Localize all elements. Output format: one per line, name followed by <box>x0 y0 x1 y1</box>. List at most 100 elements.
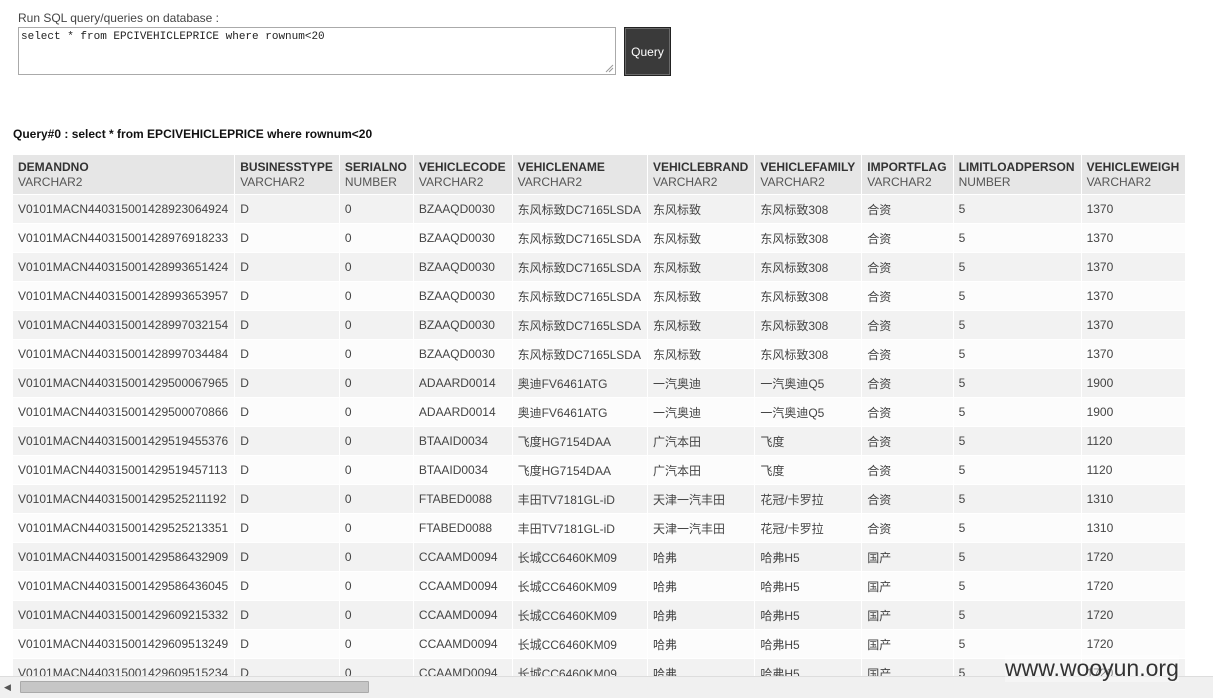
column-type: VARCHAR2 <box>1086 175 1152 189</box>
table-cell: 5 <box>953 310 1082 340</box>
table-cell: 哈弗H5 <box>754 542 863 572</box>
table-cell: BTAAID0034 <box>413 426 513 456</box>
column-type: NUMBER <box>958 175 1011 189</box>
triangle-left-icon[interactable]: ◀ <box>4 683 11 692</box>
table-cell: 国产 <box>861 600 954 630</box>
column-type: VARCHAR2 <box>240 175 305 189</box>
table-cell: V0101MACN440315001429525213351 <box>13 513 236 543</box>
table-header-row: DEMANDNO VARCHAR2 BUSINESSTYPE VARCHAR2 SERI… <box>13 155 1187 195</box>
table-cell: 1370 <box>1081 194 1187 224</box>
table-cell: 合资 <box>861 397 954 427</box>
result-table: DEMANDNO VARCHAR2 BUSINESSTYPE VARCHAR2 SERI… <box>13 155 1187 676</box>
table-cell: D <box>234 281 340 311</box>
table-cell: D <box>234 252 340 282</box>
table-cell: 1900 <box>1081 368 1187 398</box>
table-cell: BZAAQD0030 <box>413 223 513 253</box>
table-cell: FTABED0088 <box>413 513 513 543</box>
table-cell: 0 <box>339 281 414 311</box>
table-cell: V0101MACN440315001429500067965 <box>13 368 236 398</box>
column-name: VEHICLECODE <box>418 160 506 174</box>
column-header: LIMITLOADPERSON NUMBER <box>953 155 1082 195</box>
table-cell: BZAAQD0030 <box>413 194 513 224</box>
table-cell: 东风标致DC7165LSDA <box>512 339 648 369</box>
table-cell: 东风标致308 <box>754 223 863 253</box>
column-name: VEHICLEFAMILY <box>760 160 856 174</box>
table-cell: 1310 <box>1081 513 1187 543</box>
table-cell: D <box>234 339 340 369</box>
query-button[interactable]: Query <box>624 27 671 76</box>
table-cell: D <box>234 542 340 572</box>
column-name: VEHICLEBRAND <box>652 160 749 174</box>
table-cell: 合资 <box>861 339 954 369</box>
table-cell: 飞度 <box>754 455 863 485</box>
table-cell: CCAAMD0094 <box>413 600 513 630</box>
table-cell: V0101MACN440315001429586432909 <box>13 542 236 572</box>
table-cell: CCAAMD0094 <box>413 629 513 659</box>
table-row: V0101MACN440315001428997032154 D 0 BZAAQD00… <box>13 310 1187 340</box>
table-cell: 东风标致DC7165LSDA <box>512 194 648 224</box>
table-cell: 1370 <box>1081 281 1187 311</box>
table-cell: D <box>234 223 340 253</box>
table-row: V0101MACN440315001429519457113 D 0 BTAAID00… <box>13 455 1187 485</box>
table-cell: V0101MACN440315001428997034484 <box>13 339 236 369</box>
table-cell: D <box>234 484 340 514</box>
table-row: V0101MACN440315001429586432909 D 0 CCAAMD00… <box>13 542 1187 572</box>
table-cell: 1120 <box>1081 455 1187 485</box>
column-name: LIMITLOADPERSON <box>958 160 1075 174</box>
table-row: V0101MACN440315001429525211192 D 0 FTABED00… <box>13 484 1187 514</box>
sql-query-input[interactable]: select * from EPCIVEHICLEPRICE where row… <box>18 27 616 75</box>
table-cell: 国产 <box>861 571 954 601</box>
table-cell: 0 <box>339 426 414 456</box>
table-cell: D <box>234 310 340 340</box>
table-cell: CCAAMD0094 <box>413 658 513 676</box>
table-cell: BZAAQD0030 <box>413 252 513 282</box>
table-cell: 5 <box>953 513 1082 543</box>
table-cell: 东风标致 <box>647 281 756 311</box>
table-cell: 东风标致 <box>647 310 756 340</box>
table-cell: 5 <box>953 194 1082 224</box>
table-cell: 5 <box>953 397 1082 427</box>
scrollbar-thumb[interactable] <box>20 681 369 693</box>
query-result-title: Query#0 : select * from EPCIVEHICLEPRICE… <box>13 127 373 141</box>
table-cell: 天津一汽丰田 <box>647 484 756 514</box>
table-cell: 0 <box>339 455 414 485</box>
column-header: VEHICLEFAMILY VARCHAR2 <box>754 155 863 195</box>
table-cell: 0 <box>339 397 414 427</box>
table-cell: 一汽奥迪 <box>647 397 756 427</box>
table-cell: 合资 <box>861 281 954 311</box>
result-table-container[interactable]: DEMANDNO VARCHAR2 BUSINESSTYPE VARCHAR2 SERI… <box>13 155 1213 676</box>
table-row: V0101MACN440315001429586436045 D 0 CCAAMD00… <box>13 571 1187 601</box>
table-cell: V0101MACN440315001428923064924 <box>13 194 236 224</box>
table-cell: 合资 <box>861 223 954 253</box>
table-cell: 5 <box>953 455 1082 485</box>
table-row: V0101MACN440315001429525213351 D 0 FTABED00… <box>13 513 1187 543</box>
table-cell: BZAAQD0030 <box>413 310 513 340</box>
column-header: DEMANDNO VARCHAR2 <box>13 155 236 195</box>
column-header: VEHICLECODE VARCHAR2 <box>413 155 513 195</box>
table-cell: 东风标致 <box>647 223 756 253</box>
table-cell: 合资 <box>861 368 954 398</box>
table-cell: 0 <box>339 484 414 514</box>
column-type: VARCHAR2 <box>517 175 583 189</box>
table-cell: 一汽奥迪 <box>647 368 756 398</box>
table-cell: 哈弗H5 <box>754 600 863 630</box>
table-row: V0101MACN440315001429609215332 D 0 CCAAMD00… <box>13 600 1187 630</box>
table-cell: 0 <box>339 629 414 659</box>
table-cell: CCAAMD0094 <box>413 571 513 601</box>
table-row: V0101MACN440315001428923064924 D 0 BZAAQD00… <box>13 194 1187 224</box>
column-name: DEMANDNO <box>18 160 89 174</box>
table-cell: 合资 <box>861 513 954 543</box>
table-cell: 5 <box>953 339 1082 369</box>
table-cell: 0 <box>339 339 414 369</box>
table-cell: V0101MACN440315001429609513249 <box>13 629 236 659</box>
table-cell: 0 <box>339 194 414 224</box>
table-cell: 合资 <box>861 310 954 340</box>
table-cell: 合资 <box>861 484 954 514</box>
table-cell: 哈弗H5 <box>754 629 863 659</box>
table-cell: 0 <box>339 658 414 676</box>
table-cell: 一汽奥迪Q5 <box>754 368 863 398</box>
table-cell: V0101MACN440315001429609215332 <box>13 600 236 630</box>
table-cell: 国产 <box>861 658 954 676</box>
table-cell: 国产 <box>861 542 954 572</box>
table-cell: 飞度 <box>754 426 863 456</box>
